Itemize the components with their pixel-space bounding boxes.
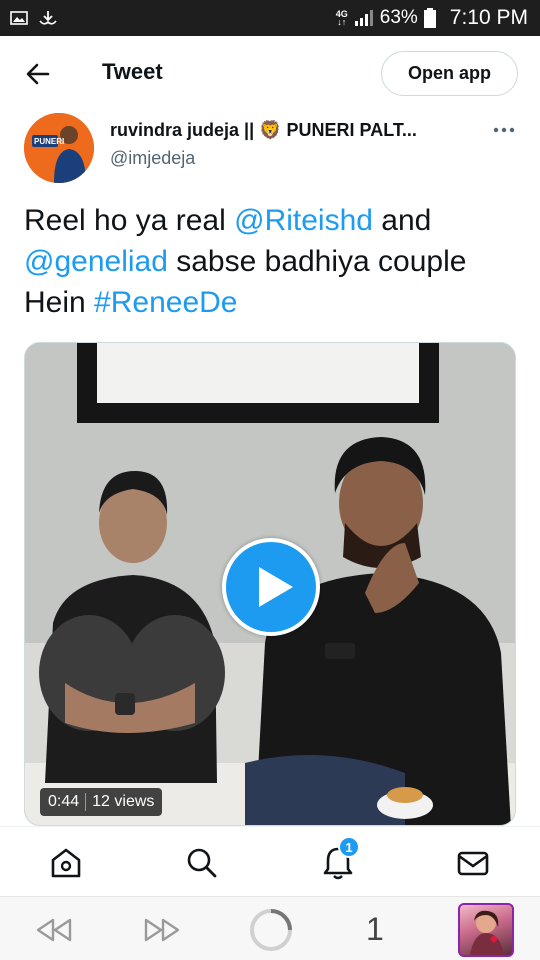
author-name[interactable]: ruvindra judeja || 🦁 PUNERI PALT... xyxy=(110,120,475,141)
page-title: Tweet xyxy=(102,59,163,84)
rewind-icon[interactable] xyxy=(34,917,74,943)
tweet-text: Reel ho ya real @Riteishd and @geneliad … xyxy=(24,200,524,323)
divider xyxy=(85,793,87,811)
download-notification-icon xyxy=(39,11,57,25)
image-notification-icon xyxy=(10,11,28,25)
bottom-navigation xyxy=(0,826,540,896)
notification-badge: 1 xyxy=(338,836,360,858)
profile-picture-image xyxy=(470,910,504,955)
author-avatar[interactable]: PUNERI xyxy=(24,113,94,183)
hashtag-link[interactable]: #ReneeDe xyxy=(94,286,237,319)
tab-count[interactable]: 1 xyxy=(366,911,384,948)
loading-spinner-icon xyxy=(250,909,292,951)
video-duration: 0:44 xyxy=(48,793,80,810)
play-button[interactable] xyxy=(222,538,320,636)
clock: 7:10 PM xyxy=(449,6,528,29)
fast-forward-icon[interactable] xyxy=(142,917,182,943)
tweet-text-part: and xyxy=(372,204,432,237)
play-icon xyxy=(259,567,293,607)
more-options-icon[interactable] xyxy=(492,120,516,140)
tweet-text-part: Reel ho ya real xyxy=(24,204,235,237)
messages-mail-icon[interactable] xyxy=(455,845,491,881)
status-bar: 4G ↓↑ 63% 7:10 PM xyxy=(0,0,540,36)
search-icon[interactable] xyxy=(184,845,220,881)
back-arrow-icon[interactable] xyxy=(24,60,52,88)
video-views: 12 views xyxy=(92,793,155,810)
video-meta-overlay: 0:44 12 views xyxy=(40,788,163,816)
open-app-button[interactable]: Open app xyxy=(381,51,518,96)
home-icon[interactable] xyxy=(48,845,84,881)
battery-percent: 63% xyxy=(379,7,418,28)
profile-thumbnail[interactable] xyxy=(458,903,514,957)
svg-text:PUNERI: PUNERI xyxy=(34,137,64,146)
mention-link[interactable]: @geneliad xyxy=(24,245,168,278)
signal-icon xyxy=(354,10,373,26)
browser-toolbar: 1 xyxy=(0,896,540,960)
network-type-indicator: 4G ↓↑ xyxy=(335,9,348,27)
battery-icon xyxy=(423,8,436,28)
mention-link[interactable]: @Riteishd xyxy=(234,204,373,237)
author-handle[interactable]: @imjedeja xyxy=(110,148,195,169)
tweet-header: Tweet Open app xyxy=(0,36,540,112)
